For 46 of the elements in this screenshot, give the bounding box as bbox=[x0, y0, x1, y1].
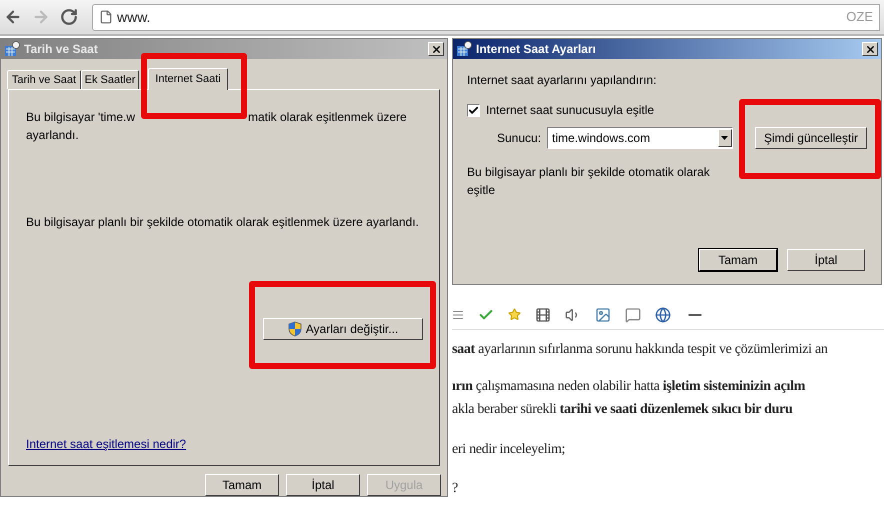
address-bar[interactable]: www. OZE bbox=[92, 4, 880, 30]
tab[interactable]: Internet Saati bbox=[148, 68, 228, 90]
address-hint: OZE bbox=[846, 8, 873, 26]
page-icon bbox=[99, 10, 113, 24]
reload-icon[interactable] bbox=[60, 8, 78, 26]
close-button[interactable] bbox=[862, 42, 878, 56]
tab[interactable]: Ek Saatler bbox=[81, 70, 139, 89]
article-text: akla beraber sürekli tarihi ve saati düzenlemek sıkıcı bir duru bbox=[452, 401, 793, 419]
dialog-button[interactable]: İptal bbox=[787, 249, 865, 271]
close-icon bbox=[864, 44, 876, 54]
article-text: saat ayarlarının sıfırlanma sorunu hakkında tespit ve çözümlerimizi an bbox=[452, 341, 828, 359]
status-text: Bu bilgisayar 'time.w bbox=[26, 109, 136, 126]
help-link[interactable]: Internet saat eşitlemesi nedir? bbox=[26, 435, 186, 453]
checkbox[interactable] bbox=[467, 104, 480, 116]
film-icon[interactable] bbox=[535, 306, 551, 322]
article-text: ırın çalışmamasına neden olabilir hatta işletim sisteminizin açılm bbox=[452, 378, 806, 396]
list-icon[interactable] bbox=[452, 308, 464, 320]
back-icon[interactable] bbox=[4, 8, 22, 26]
dialog-button[interactable]: Tamam bbox=[205, 474, 279, 496]
window-title: Internet Saat Ayarları bbox=[476, 41, 597, 58]
close-button[interactable] bbox=[428, 42, 444, 56]
speech-bubble-icon[interactable] bbox=[625, 306, 641, 322]
prompt-text: Internet saat ayarlarını yapılandırın: bbox=[467, 72, 656, 89]
shield-icon bbox=[288, 321, 302, 337]
dialog-button[interactable]: İptal bbox=[286, 474, 360, 496]
status-text: matik olarak eşitlenmek üzere bbox=[248, 109, 407, 126]
server-label: Sunucu: bbox=[497, 130, 542, 147]
server-combobox[interactable]: time.windows.com bbox=[547, 127, 733, 149]
dialog-button[interactable]: Tamam bbox=[699, 249, 777, 271]
article-text: eri nedir inceleyelim; bbox=[452, 441, 566, 459]
status-text: Bu bilgisayar planlı bir şekilde otomatik olarak eşitle bbox=[467, 164, 711, 199]
image-icon[interactable] bbox=[595, 306, 611, 322]
address-text: www. bbox=[117, 8, 152, 26]
calendar-clock-icon bbox=[4, 41, 20, 57]
close-icon bbox=[430, 44, 442, 54]
article-text: ? bbox=[452, 480, 458, 498]
status-text: ayarlandı. bbox=[26, 127, 79, 144]
tab[interactable]: Tarih ve Saat bbox=[7, 70, 81, 89]
change-settings-button[interactable]: Ayarları değiştir... bbox=[263, 318, 423, 340]
checkbox-label: Internet saat sunucusuyla eşitle bbox=[486, 102, 654, 119]
update-now-button[interactable]: Şimdi güncelleştir bbox=[754, 127, 867, 149]
schedule-text: Bu bilgisayar planlı bir şekilde otomatik olarak eşitlenmek üzere ayarlandı. bbox=[26, 214, 419, 231]
calendar-clock-icon bbox=[456, 41, 472, 57]
globe-icon[interactable] bbox=[655, 306, 671, 322]
window-title: Tarih ve Saat bbox=[24, 41, 99, 58]
star-icon[interactable] bbox=[508, 308, 521, 321]
